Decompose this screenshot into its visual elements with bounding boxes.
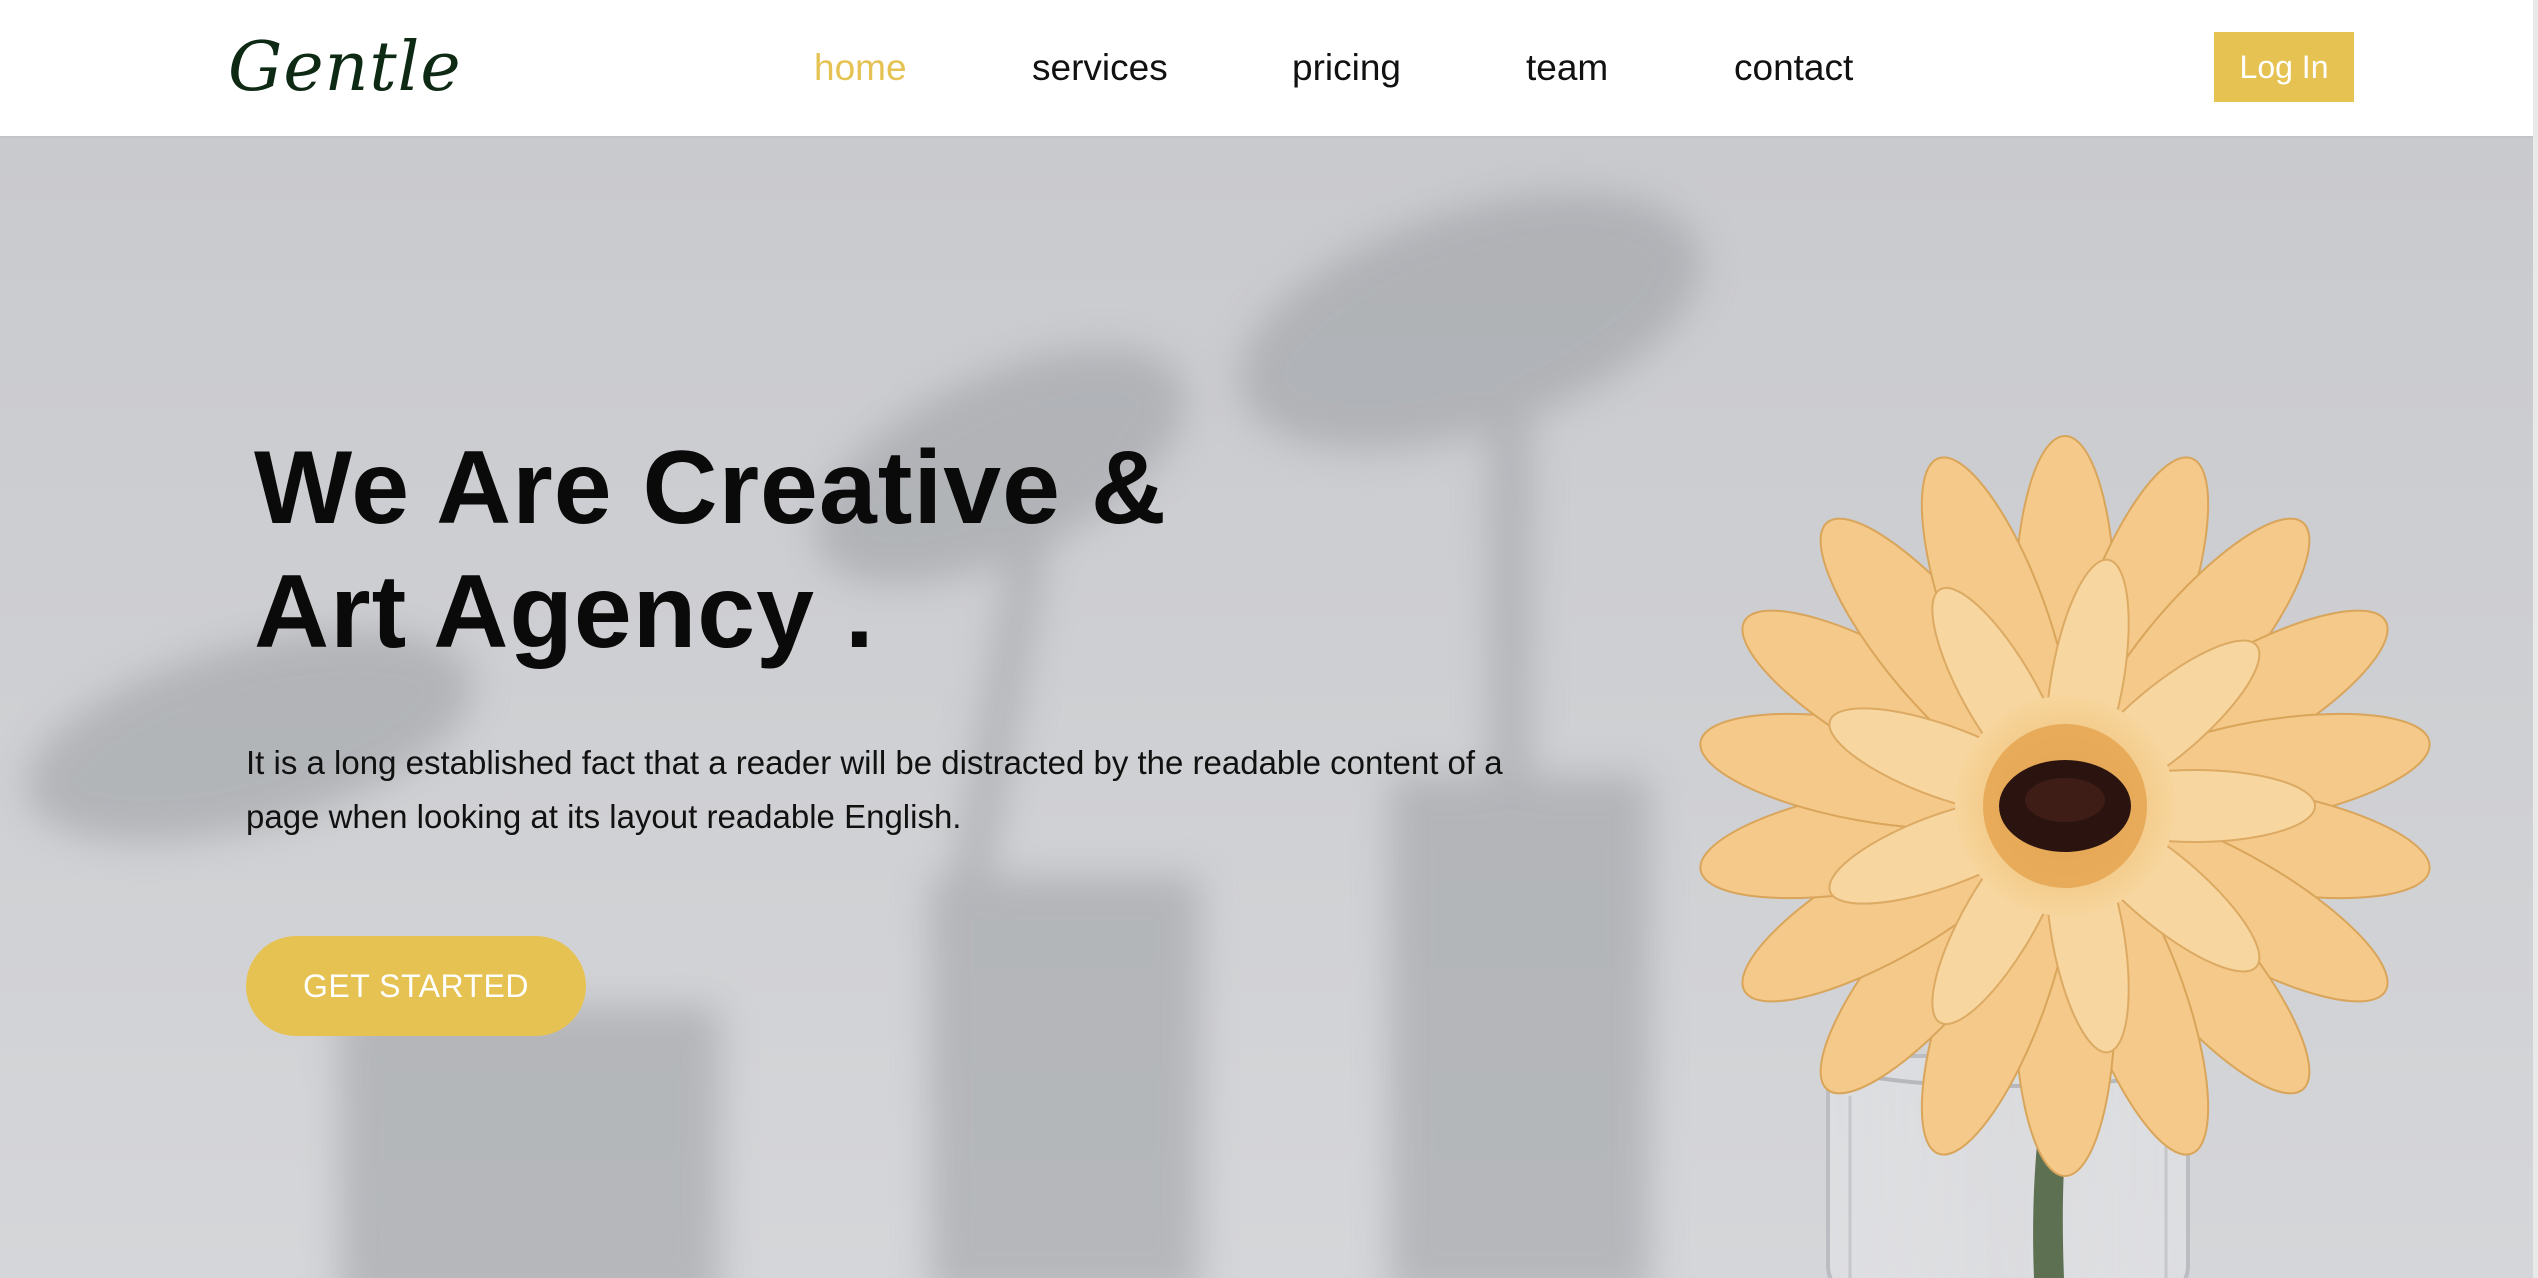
hero-description: It is a long established fact that a rea… [246, 744, 1503, 835]
nav-item-team[interactable]: team [1526, 40, 1608, 96]
nav-item-home[interactable]: home [814, 40, 907, 96]
landing-page: Gentle home services pricing team contac… [0, 0, 2538, 1278]
hero-background-image [26, 192, 2431, 1278]
hero-section: We Are Creative & Art Agency . It is a l… [0, 136, 2533, 1278]
page-scrollbar[interactable] [2533, 0, 2538, 1278]
hero-title-line-2: Art Agency . [254, 554, 875, 670]
get-started-button[interactable]: GET STARTED [246, 936, 586, 1036]
flower-head [1699, 435, 2431, 1177]
nav-item-services[interactable]: services [1032, 40, 1168, 96]
login-button[interactable]: Log In [2214, 32, 2354, 102]
hero-title-line-1: We Are Creative & [254, 430, 1167, 546]
main-nav: home services pricing team contact [0, 0, 2533, 136]
nav-item-pricing[interactable]: pricing [1292, 40, 1401, 96]
nav-item-contact[interactable]: contact [1734, 40, 1853, 96]
site-header: Gentle home services pricing team contac… [0, 0, 2533, 136]
hero-title: We Are Creative & Art Agency . [254, 426, 1254, 674]
